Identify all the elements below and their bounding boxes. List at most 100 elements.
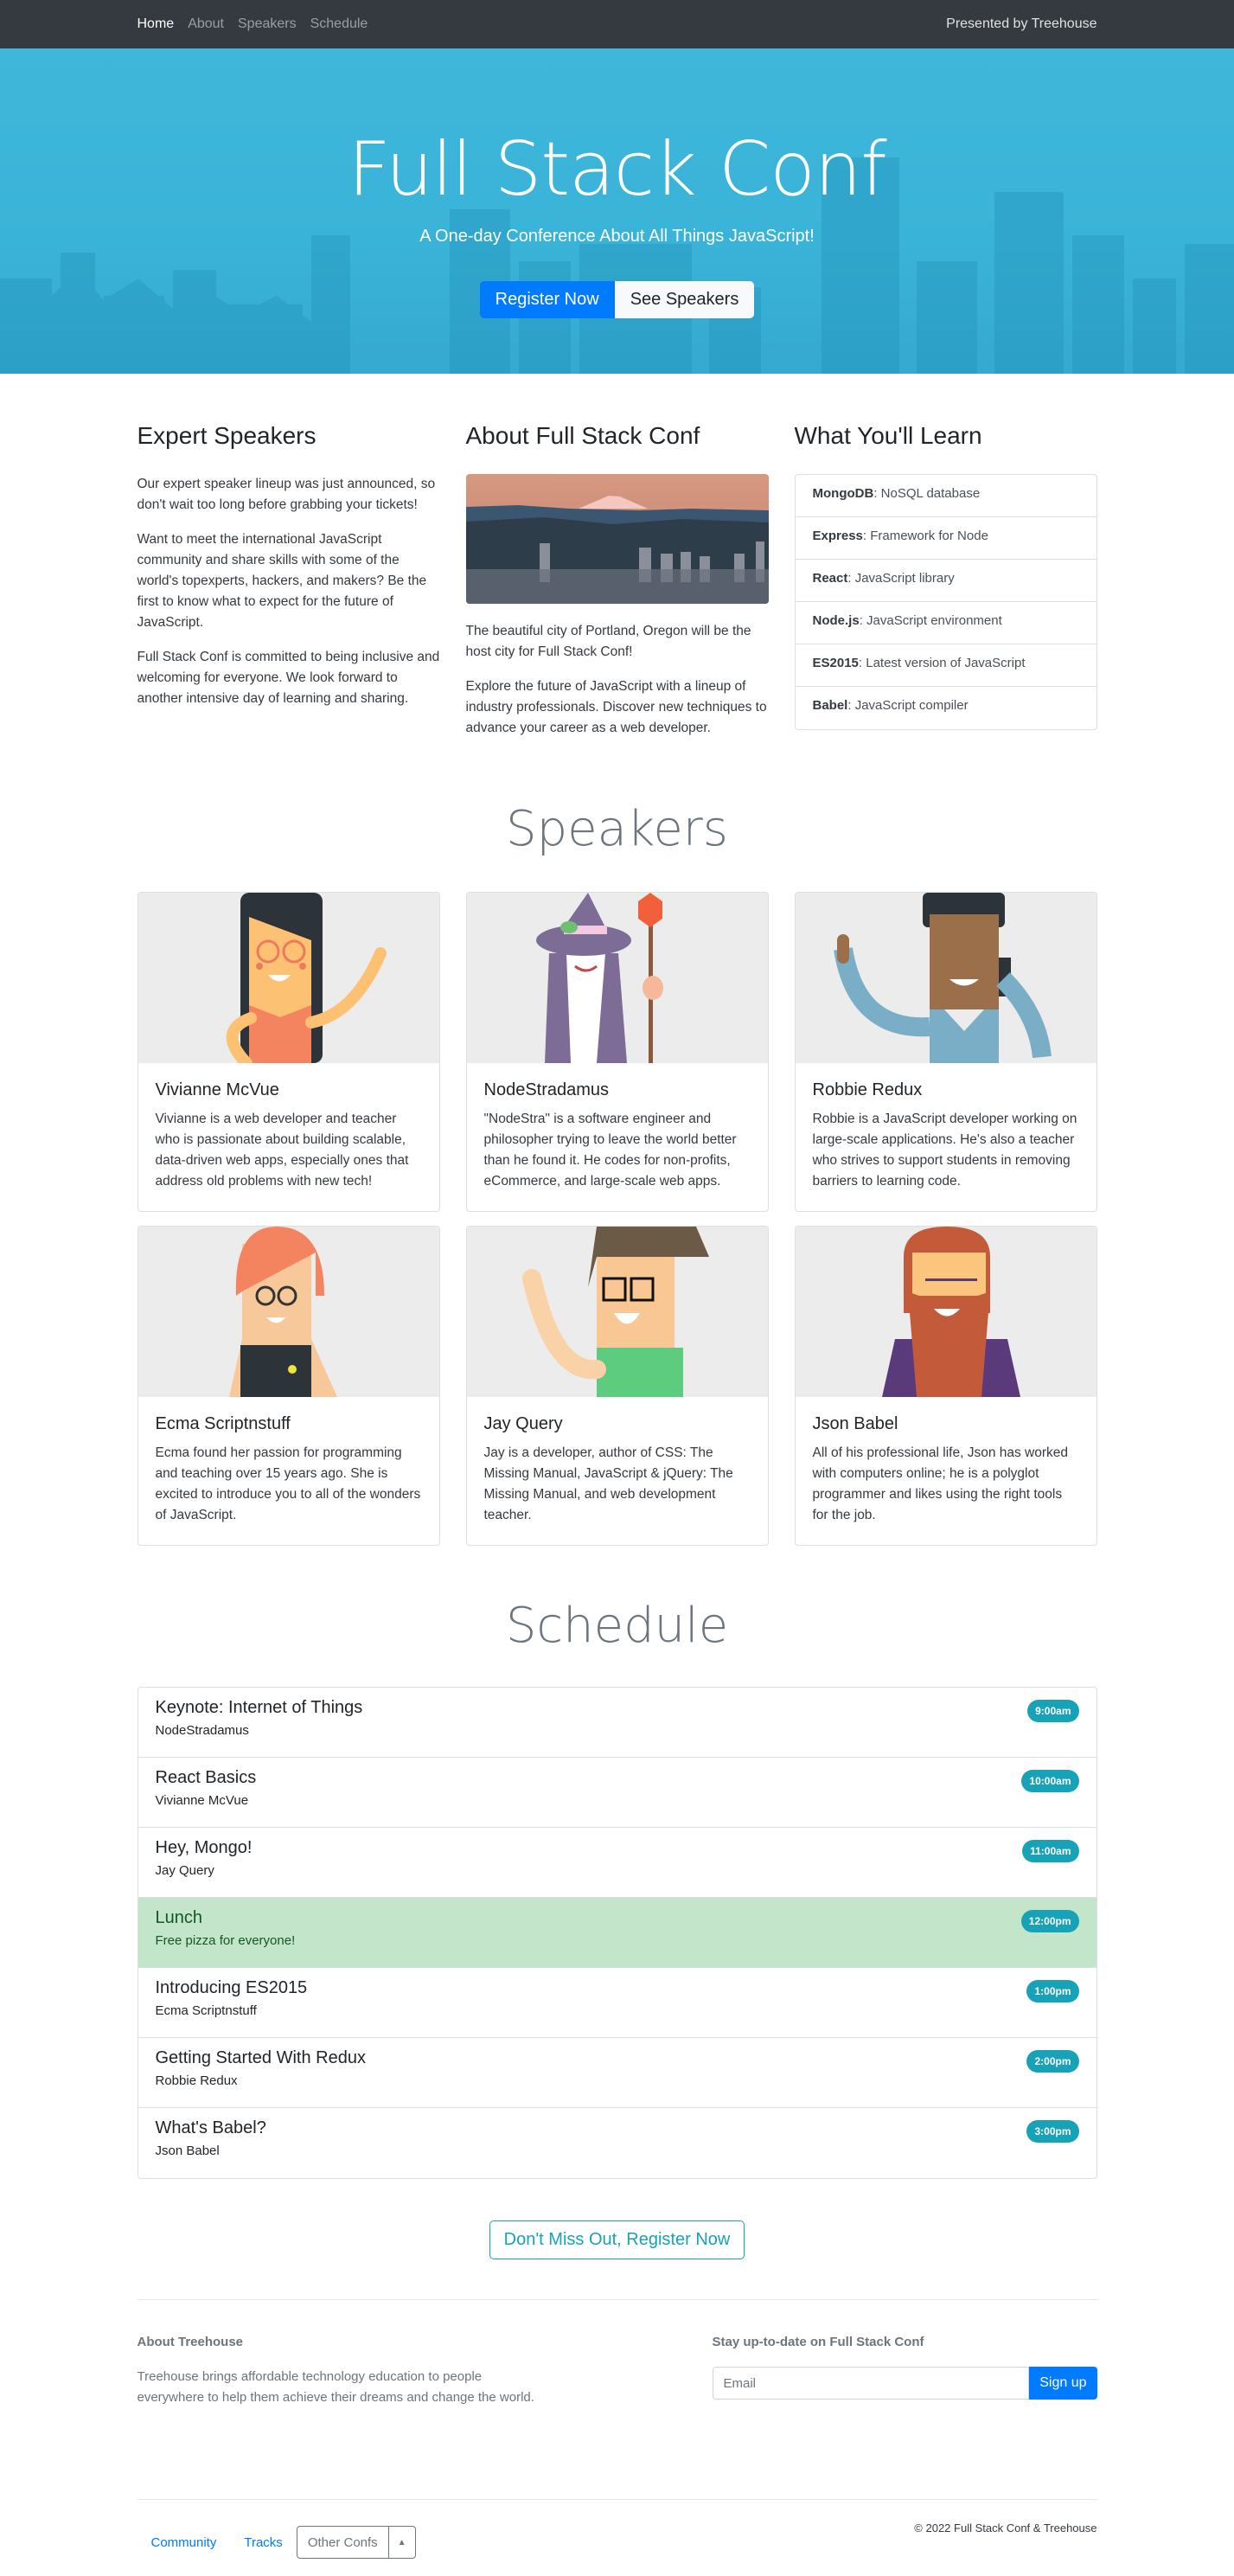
cta-wrap: Don't Miss Out, Register Now — [137, 2220, 1097, 2259]
caret-up-icon[interactable]: ▲ — [389, 2538, 415, 2547]
speaker-card: Ecma Scriptnstuff Ecma found her passion… — [137, 1226, 440, 1546]
speaker-card: NodeStradamus "NodeStra" is a software e… — [465, 892, 769, 1212]
footer-link-community[interactable]: Community — [137, 2528, 231, 2557]
learn-item: Express: Framework for Node — [795, 517, 1097, 560]
speaker-card: Json Babel All of his professional life,… — [794, 1226, 1097, 1546]
footer-link-tracks[interactable]: Tracks — [230, 2528, 296, 2557]
speaker-name: Vivianne McVue — [155, 1080, 279, 1099]
expert-paragraph: Want to meet the international JavaScrip… — [137, 532, 427, 630]
session-title: Hey, Mongo! — [155, 1838, 253, 1857]
speaker-avatar-robbie — [795, 893, 1097, 1063]
intro-section: Expert Speakers Our expert speaker lineu… — [137, 422, 1097, 753]
session-title: Getting Started With Redux — [155, 2048, 366, 2067]
footer-about: About Treehouse Treehouse brings afforda… — [137, 2335, 535, 2499]
about-paragraph: The beautiful city of Portland, Oregon w… — [465, 624, 751, 659]
time-badge: 10:00am — [1021, 1770, 1079, 1792]
nav-schedule[interactable]: Schedule — [310, 16, 368, 32]
learn-desc: : Framework for Node — [862, 529, 988, 543]
speaker-avatar-json — [795, 1227, 1097, 1397]
learn-desc: : JavaScript library — [847, 571, 955, 586]
session-speaker: Json Babel — [155, 2143, 220, 2158]
dont-miss-out-register-button[interactable]: Don't Miss Out, Register Now — [489, 2220, 745, 2259]
learn-term: React — [812, 571, 848, 586]
learn-term: Node.js — [812, 613, 860, 628]
time-badge: 11:00am — [1022, 1840, 1079, 1862]
session-speaker: Ecma Scriptnstuff — [155, 2003, 257, 2018]
time-badge: 12:00pm — [1020, 1910, 1079, 1932]
expert-speakers-heading: Expert Speakers — [137, 422, 316, 449]
learn-item: Babel: JavaScript compiler — [796, 687, 1097, 729]
navbar: Home About Speakers Schedule Presented b… — [0, 0, 1234, 48]
email-input[interactable] — [712, 2367, 1030, 2400]
portland-image — [465, 474, 769, 604]
speaker-name: Ecma Scriptnstuff — [155, 1414, 291, 1433]
speaker-card: Jay Query Jay is a developer, author of … — [465, 1226, 769, 1546]
schedule-item: Hey, Mongo! Jay Query 11:00am — [137, 1828, 1097, 1898]
schedule-item: What's Babel? Json Babel 3:00pm — [138, 2108, 1097, 2178]
learn-desc: : JavaScript compiler — [847, 698, 969, 713]
learn-term: MongoDB — [812, 486, 874, 501]
nav-home[interactable]: Home — [137, 16, 175, 32]
session-speaker: Jay Query — [155, 1863, 214, 1878]
speaker-card: Vivianne McVue Vivianne is a web develop… — [137, 892, 440, 1212]
about-treehouse-text: Treehouse brings affordable technology e… — [137, 2369, 534, 2405]
nav-about[interactable]: About — [188, 16, 224, 32]
footer-bottom: Community Tracks Other Confs ▲ © 2022 Fu… — [137, 2522, 1097, 2576]
learn-item: React: JavaScript library — [795, 560, 1097, 602]
schedule-item: Introducing ES2015 Ecma Scriptnstuff 1:0… — [137, 1968, 1097, 2038]
schedule-item: React Basics Vivianne McVue 10:00am — [137, 1758, 1097, 1828]
session-title: Introducing ES2015 — [155, 1978, 308, 1997]
other-confs-dropup: Other Confs ▲ — [296, 2526, 416, 2559]
speaker-avatar-vivianne — [137, 893, 439, 1063]
learn-item: MongoDB: NoSQL database — [795, 475, 1097, 517]
about-heading: About Full Stack Conf — [465, 422, 700, 449]
speaker-bio: Jay is a developer, author of CSS: The M… — [483, 1445, 733, 1522]
learn-heading: What You'll Learn — [794, 422, 982, 449]
hero-title: Full Stack Conf — [348, 126, 886, 213]
speaker-bio: Vivianne is a web developer and teacher … — [155, 1112, 409, 1189]
speaker-grid: Vivianne McVue Vivianne is a web develop… — [137, 892, 1097, 1546]
footer-links: Community Tracks Other Confs ▲ — [137, 2526, 416, 2559]
footer: About Treehouse Treehouse brings afforda… — [137, 2335, 1097, 2576]
learn-desc: : NoSQL database — [873, 486, 981, 501]
schedule-item: Getting Started With Redux Robbie Redux … — [137, 2038, 1097, 2108]
learn-item: ES2015: Latest version of JavaScript — [795, 644, 1097, 687]
speaker-name: Json Babel — [812, 1414, 898, 1433]
expert-speakers-column: Expert Speakers Our expert speaker lineu… — [137, 422, 440, 753]
copyright-text: © 2022 Full Stack Conf & Treehouse — [914, 2521, 1097, 2534]
subscribe-form: Sign up — [712, 2367, 1097, 2400]
session-note: Free pizza for everyone! — [155, 1933, 296, 1948]
time-badge: 9:00am — [1027, 1700, 1079, 1722]
sign-up-button[interactable]: Sign up — [1029, 2367, 1097, 2400]
nav-speakers[interactable]: Speakers — [238, 16, 297, 32]
hero-button-group: Register Now See Speakers — [479, 281, 755, 318]
register-now-button[interactable]: Register Now — [479, 281, 615, 318]
see-speakers-button[interactable]: See Speakers — [614, 281, 755, 318]
session-speaker: NodeStradamus — [155, 1723, 249, 1738]
learn-desc: : JavaScript environment — [859, 613, 1002, 628]
schedule-item: Keynote: Internet of Things NodeStradamu… — [137, 1688, 1097, 1758]
learn-list: MongoDB: NoSQL database Express: Framewo… — [794, 474, 1097, 730]
session-title: Keynote: Internet of Things — [155, 1698, 363, 1717]
learn-item: Node.js: JavaScript environment — [795, 602, 1097, 644]
session-speaker: Robbie Redux — [155, 2073, 238, 2088]
learn-term: Babel — [812, 698, 848, 713]
main-content: Expert Speakers Our expert speaker lineu… — [137, 422, 1097, 2576]
expert-paragraph: Full Stack Conf is committed to being in… — [137, 650, 440, 706]
session-title: React Basics — [155, 1768, 257, 1787]
time-badge: 3:00pm — [1026, 2120, 1079, 2143]
other-confs-button[interactable]: Other Confs — [297, 2527, 389, 2558]
schedule-item-lunch: Lunch Free pizza for everyone! 12:00pm — [137, 1898, 1097, 1968]
speaker-name: Jay Query — [483, 1414, 563, 1433]
speaker-avatar-ecma — [137, 1227, 439, 1397]
footer-subscribe: Stay up-to-date on Full Stack Conf Sign … — [712, 2335, 1097, 2499]
subscribe-heading: Stay up-to-date on Full Stack Conf — [712, 2335, 924, 2349]
learn-column: What You'll Learn MongoDB: NoSQL databas… — [794, 422, 1097, 753]
time-badge: 1:00pm — [1026, 1980, 1079, 2002]
divider — [137, 2499, 1097, 2500]
learn-desc: : Latest version of JavaScript — [858, 656, 1026, 670]
speaker-avatar-nodestradamus — [466, 893, 768, 1063]
learn-term: Express — [812, 529, 863, 543]
schedule-heading: Schedule — [505, 1598, 729, 1654]
speaker-bio: All of his professional life, Json has w… — [812, 1445, 1069, 1522]
